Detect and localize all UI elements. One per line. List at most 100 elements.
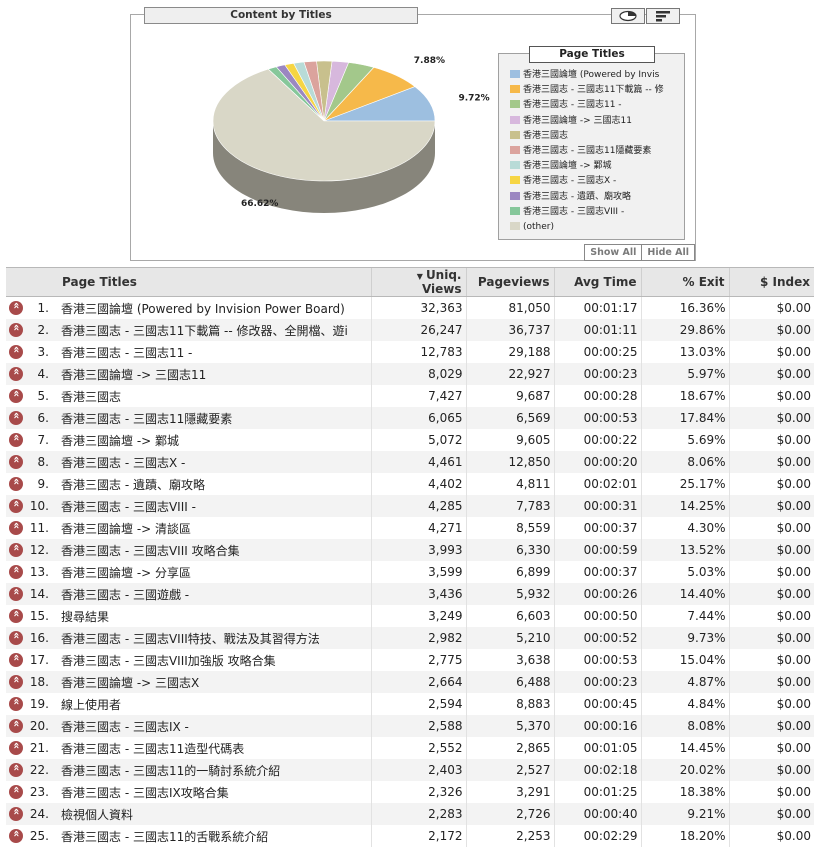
- expand-row-icon[interactable]: [9, 697, 23, 712]
- hide-all-button[interactable]: Hide All: [641, 245, 694, 260]
- legend-item[interactable]: 香港三國論壇 (Powered by Invis: [510, 68, 680, 83]
- page-title-link[interactable]: 香港三國志: [61, 390, 121, 404]
- expand-row-icon[interactable]: [9, 521, 23, 536]
- page-title-link[interactable]: 香港三國志 - 三國志IX -: [61, 720, 189, 734]
- expand-row-icon[interactable]: [9, 499, 23, 514]
- expand-row-icon[interactable]: [9, 543, 23, 558]
- legend-item[interactable]: 香港三國志 - 遺蹟、廟攻略: [510, 190, 680, 205]
- expand-row-icon[interactable]: [9, 631, 23, 646]
- legend-item[interactable]: 香港三國志 - 三國志VIII -: [510, 205, 680, 220]
- row-uniq-views: 2,982: [370, 627, 466, 649]
- row-pageviews: 4,811: [465, 473, 554, 495]
- page-title-link[interactable]: 香港三國論壇 -> 鄴城: [61, 434, 179, 448]
- page-title-link[interactable]: 搜尋結果: [61, 610, 109, 624]
- expand-row-icon[interactable]: [9, 763, 23, 778]
- expand-row-icon[interactable]: [9, 565, 23, 580]
- row-rank: 20.: [29, 718, 49, 733]
- page-title-link[interactable]: 香港三國志 - 三國志VIII加強版 攻略合集: [61, 654, 276, 668]
- pie-view-toggle[interactable]: [611, 8, 645, 24]
- page-title-link[interactable]: 香港三國志 - 三國志11下載篇 -- 修改器、全開檔、遊i: [61, 324, 348, 338]
- row-uniq-views: 3,436: [370, 583, 466, 605]
- page-title-link[interactable]: 香港三國志 - 三國志VIII 攻略合集: [61, 544, 240, 558]
- expand-row-icon[interactable]: [9, 785, 23, 800]
- row-pageviews: 9,687: [465, 385, 554, 407]
- row-pageviews: 2,726: [465, 803, 554, 825]
- page-title-link[interactable]: 香港三國志 - 三國志11造型代碼表: [61, 742, 244, 756]
- expand-row-icon[interactable]: [9, 807, 23, 822]
- expand-row-icon[interactable]: [9, 323, 23, 338]
- row-avg-time: 00:02:29: [553, 825, 641, 847]
- page-title-link[interactable]: 香港三國志 - 三國遊戲 -: [61, 588, 189, 602]
- page-title-link[interactable]: 香港三國志 - 三國志X -: [61, 456, 185, 470]
- sort-desc-icon: ▼: [416, 272, 423, 281]
- page-title-link[interactable]: 香港三國志 - 三國志11 -: [61, 346, 192, 360]
- row-title-cell: 香港三國論壇 (Powered by Invision Power Board): [58, 296, 371, 319]
- table-row: 24. 檢視個人資料 2,2832,72600:00:409.21%$0.00: [6, 803, 814, 825]
- page-title-link[interactable]: 香港三國論壇 (Powered by Invision Power Board): [61, 302, 345, 316]
- bar-view-toggle[interactable]: [646, 8, 680, 24]
- expand-row-icon[interactable]: [9, 389, 23, 404]
- expand-row-icon[interactable]: [9, 719, 23, 734]
- page-title-link[interactable]: 檢視個人資料: [61, 808, 133, 822]
- expand-row-icon[interactable]: [9, 411, 23, 426]
- expand-row-icon[interactable]: [9, 345, 23, 360]
- table-row: 7. 香港三國論壇 -> 鄴城 5,0729,60500:00:225.69%$0.…: [6, 429, 814, 451]
- page-title-link[interactable]: 香港三國志 - 三國志11的舌戰系統介紹: [61, 830, 268, 844]
- column-header-page-titles[interactable]: Page Titles: [58, 267, 371, 297]
- expand-row-icon[interactable]: [9, 433, 23, 448]
- legend-item[interactable]: 香港三國志 - 三國志11 -: [510, 98, 680, 113]
- legend-item[interactable]: 香港三國志 - 三國志11下載篇 -- 修: [510, 83, 680, 98]
- page-title-link[interactable]: 香港三國論壇 -> 分享區: [61, 566, 191, 580]
- legend-item[interactable]: 香港三國志: [510, 129, 680, 144]
- row-exit: 4.30%: [640, 517, 729, 539]
- row-exit: 18.20%: [640, 825, 729, 847]
- legend-item[interactable]: 香港三國論壇 -> 鄴城: [510, 159, 680, 174]
- row-exit: 5.03%: [640, 561, 729, 583]
- expand-row-icon[interactable]: [9, 609, 23, 624]
- legend-item[interactable]: (other): [510, 220, 680, 235]
- legend-item[interactable]: 香港三國志 - 三國志11隱藏要素: [510, 144, 680, 159]
- row-title-cell: 香港三國志 - 三國志IX攻略合集: [58, 781, 371, 803]
- column-header-pageviews[interactable]: Pageviews: [465, 267, 554, 297]
- page-title-link[interactable]: 香港三國志 - 三國志VIII -: [61, 500, 196, 514]
- page-title-link[interactable]: 香港三國志 - 三國志VIII特技、戰法及其習得方法: [61, 632, 320, 646]
- expand-row-icon[interactable]: [9, 477, 23, 492]
- bar-view-icon: [656, 11, 670, 22]
- expand-row-icon[interactable]: [9, 587, 23, 602]
- column-header-exit[interactable]: % Exit: [640, 267, 729, 297]
- page-title-link[interactable]: 香港三國志 - 遺蹟、廟攻略: [61, 478, 205, 492]
- row-rank: 23.: [29, 784, 49, 799]
- page-title-link[interactable]: 香港三國論壇 -> 三國志X: [61, 676, 199, 690]
- expand-row-icon[interactable]: [9, 741, 23, 756]
- legend-item[interactable]: 香港三國志 - 三國志X -: [510, 174, 680, 189]
- table-row: 15. 搜尋結果 3,2496,60300:00:507.44%$0.00: [6, 605, 814, 627]
- row-avg-time: 00:01:17: [553, 296, 641, 319]
- page-title-link[interactable]: 香港三國志 - 三國志IX攻略合集: [61, 786, 229, 800]
- row-uniq-views: 2,172: [370, 825, 466, 847]
- expand-row-icon[interactable]: [9, 455, 23, 470]
- row-index: $0.00: [728, 561, 814, 583]
- expand-row-icon[interactable]: [9, 829, 23, 844]
- column-header-avg-time[interactable]: Avg Time: [553, 267, 641, 297]
- row-avg-time: 00:00:22: [553, 429, 641, 451]
- page-title-link[interactable]: 香港三國論壇 -> 清談區: [61, 522, 191, 536]
- table-row: 12. 香港三國志 - 三國志VIII 攻略合集 3,9936,33000:00:5…: [6, 539, 814, 561]
- expand-row-icon[interactable]: [9, 367, 23, 382]
- legend-item[interactable]: 香港三國論壇 -> 三國志11: [510, 114, 680, 129]
- page-title-link[interactable]: 香港三國論壇 -> 三國志11: [61, 368, 206, 382]
- legend-title: Page Titles: [529, 46, 655, 63]
- expand-row-icon[interactable]: [9, 653, 23, 668]
- legend-label: 香港三國論壇 -> 鄴城: [523, 161, 612, 172]
- page-title-link[interactable]: 香港三國志 - 三國志11隱藏要素: [61, 412, 232, 426]
- expand-row-icon[interactable]: [9, 675, 23, 690]
- row-uniq-views: 5,072: [370, 429, 466, 451]
- column-header-uniq-views[interactable]: ▼ Uniq. Views: [370, 267, 466, 297]
- column-header-index[interactable]: $ Index: [728, 267, 814, 297]
- show-all-button[interactable]: Show All: [585, 245, 641, 260]
- expand-row-icon[interactable]: [9, 301, 23, 316]
- row-rank: 12.: [29, 542, 49, 557]
- row-uniq-views: 3,599: [370, 561, 466, 583]
- page-title-link[interactable]: 香港三國志 - 三國志11的一騎討系統介紹: [61, 764, 280, 778]
- row-avg-time: 00:00:53: [553, 649, 641, 671]
- page-title-link[interactable]: 線上使用者: [61, 698, 121, 712]
